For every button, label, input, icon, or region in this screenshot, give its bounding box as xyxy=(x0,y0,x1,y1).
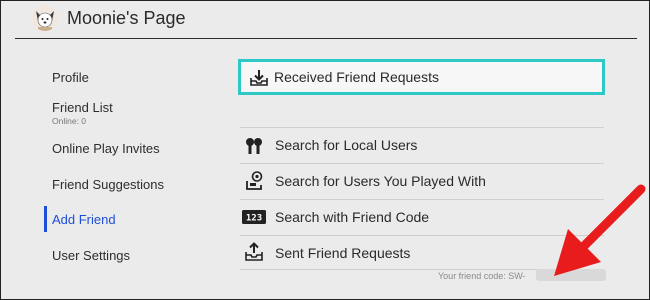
received-friend-requests-button[interactable]: Received Friend Requests xyxy=(238,59,605,95)
svg-text:123: 123 xyxy=(246,214,262,224)
sidebar-item-profile[interactable]: Profile xyxy=(52,70,89,85)
local-users-icon xyxy=(246,138,262,154)
sidebar-item-add-friend[interactable]: Add Friend xyxy=(52,212,116,227)
inbox-download-icon xyxy=(250,70,268,86)
header: Moonie's Page xyxy=(1,1,649,38)
friend-code-text: Your friend code: SW- xyxy=(438,271,526,281)
app-window: Moonie's Page Profile Friend List Online… xyxy=(0,0,650,300)
played-with-users-icon xyxy=(246,171,263,190)
sidebar-item-friend-list[interactable]: Friend List xyxy=(52,100,113,115)
sent-friend-requests-label: Sent Friend Requests xyxy=(275,245,411,261)
sidebar-item-friend-suggestions[interactable]: Friend Suggestions xyxy=(52,177,164,192)
search-local-users-row[interactable]: Search for Local Users xyxy=(240,128,604,163)
avatar-dog-icon xyxy=(32,5,58,31)
search-local-users-label: Search for Local Users xyxy=(275,137,418,153)
sidebar-item-user-settings[interactable]: User Settings xyxy=(52,248,130,263)
page-title: Moonie's Page xyxy=(67,8,186,28)
friend-code-123-icon: 123 xyxy=(242,210,266,224)
received-friend-requests-label: Received Friend Requests xyxy=(274,69,439,85)
avatar[interactable] xyxy=(32,5,58,31)
sidebar: Profile Friend List Online: 0 Online Pla… xyxy=(1,39,206,299)
search-friend-code-label: Search with Friend Code xyxy=(275,209,430,225)
red-arrow-annotation xyxy=(554,184,646,276)
search-played-with-label: Search for Users You Played With xyxy=(275,173,486,189)
active-indicator xyxy=(44,206,47,232)
sidebar-item-online-play-invites[interactable]: Online Play Invites xyxy=(52,141,160,156)
friend-list-online-count: Online: 0 xyxy=(52,116,87,126)
outbox-upload-icon xyxy=(245,242,263,261)
